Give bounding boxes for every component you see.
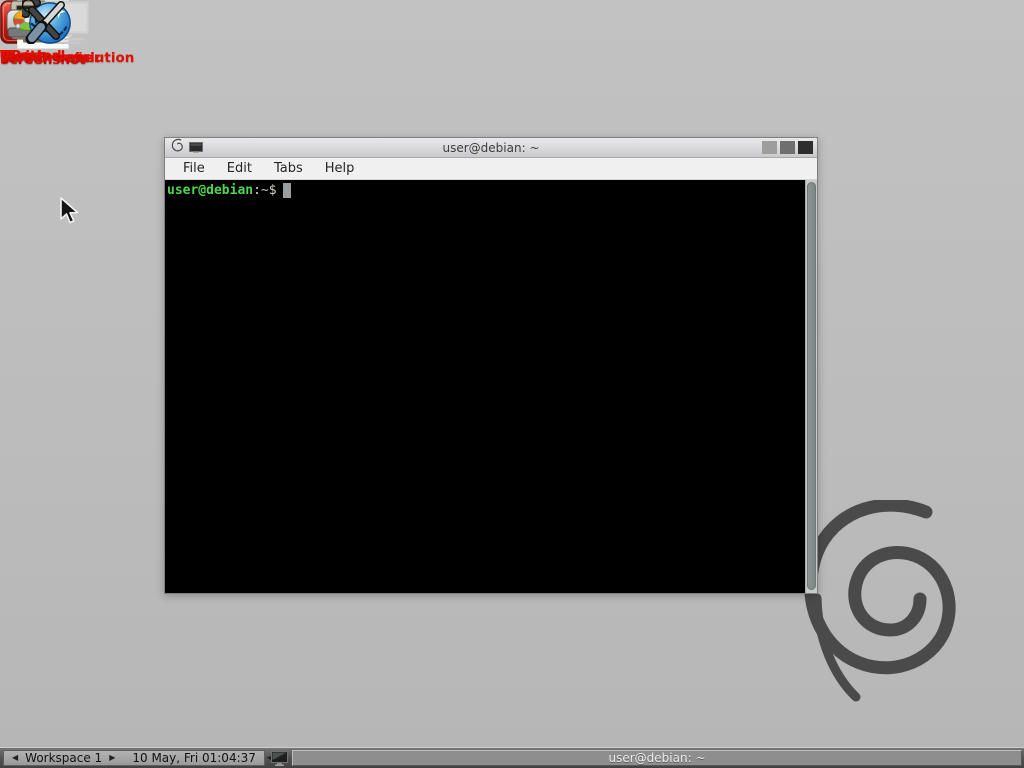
terminal-scrollbar[interactable]: [805, 180, 817, 593]
workspace-next-arrow-icon[interactable]: ▶: [106, 751, 118, 765]
prompt-path: ~: [261, 183, 269, 198]
terminal-mini-icon: [189, 138, 203, 157]
prompt-symbol: $: [269, 183, 277, 198]
terminal-window[interactable]: user@debian: ~ File Edit Tabs Help user@…: [164, 137, 818, 594]
menu-tabs[interactable]: Tabs: [268, 159, 309, 178]
debian-swirl-icon: [171, 138, 184, 157]
menu-file[interactable]: File: [177, 159, 211, 178]
window-titlebar[interactable]: user@debian: ~: [165, 138, 817, 158]
desktop-icon-network-config[interactable]: Network config: [0, 0, 90, 65]
task-label: user@debian: ~: [609, 751, 706, 765]
maximize-button[interactable]: [780, 141, 795, 154]
tools-icon: [22, 0, 68, 44]
minimize-button[interactable]: [762, 141, 777, 154]
workspace-prev-arrow-icon[interactable]: ◀: [9, 751, 21, 765]
debian-swirl-watermark: [796, 500, 968, 702]
menu-help[interactable]: Help: [319, 159, 361, 178]
workspace-pager: ◀ Workspace 1 ▶ 10 May, Fri 01:04:37 ◀ ▶: [3, 750, 265, 766]
terminal-screen[interactable]: user@debian:~$: [165, 180, 817, 593]
taskbar-task-terminal[interactable]: user@debian: ~: [292, 750, 1022, 766]
close-button[interactable]: [798, 141, 813, 154]
icon-label: Network config: [0, 50, 90, 65]
prompt-colon: :: [253, 183, 261, 198]
show-desktop-monitor-icon[interactable]: [269, 750, 291, 767]
taskbar: ◀ Workspace 1 ▶ 10 May, Fri 01:04:37 ◀ ▶…: [0, 747, 1024, 768]
shell-prompt: user@debian:~$: [165, 180, 817, 199]
text-cursor: [283, 183, 291, 198]
scrollbar-thumb[interactable]: [807, 182, 816, 590]
mouse-cursor: [58, 196, 80, 226]
prompt-user-host: user@debian: [167, 183, 253, 198]
workspace-label: Workspace 1: [21, 751, 106, 765]
terminal-menubar: File Edit Tabs Help: [165, 158, 817, 180]
clock: 10 May, Fri 01:04:37: [132, 751, 256, 765]
window-title: user@debian: ~: [165, 141, 817, 155]
menu-edit[interactable]: Edit: [221, 159, 258, 178]
